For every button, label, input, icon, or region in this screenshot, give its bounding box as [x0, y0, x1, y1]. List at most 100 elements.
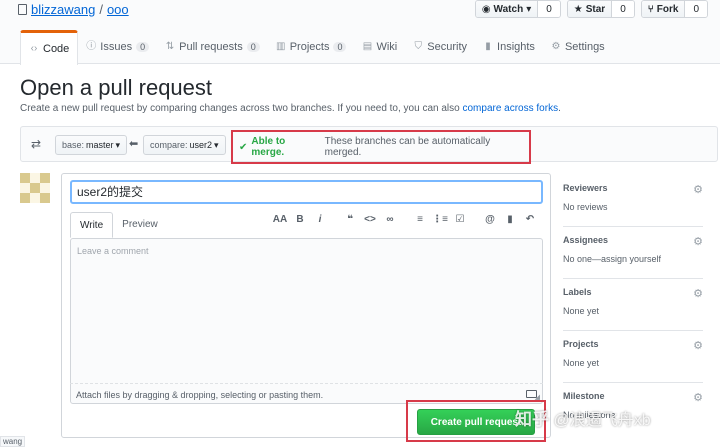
base-branch-label: base: — [62, 140, 85, 150]
project-icon: ▥ — [275, 41, 286, 52]
page-title: Open a pull request — [20, 75, 213, 100]
gear-icon[interactable]: ⚙ — [693, 183, 703, 196]
tab-projects-count: 0 — [333, 42, 347, 52]
shield-icon: ⛉ — [414, 41, 423, 52]
fork-count[interactable]: 0 — [685, 1, 707, 17]
compare-branch-value: user2 — [189, 140, 213, 150]
gear-icon[interactable]: ⚙ — [693, 287, 703, 300]
repo-name-link[interactable]: ooo — [107, 2, 129, 17]
base-branch-value: master — [86, 140, 114, 150]
avatar — [20, 173, 50, 203]
compare-branch-label: compare: — [150, 140, 188, 150]
sidebar-labels[interactable]: Labels None yet ⚙ — [563, 279, 703, 331]
check-icon: ✔ — [239, 141, 248, 153]
compare-across-forks-link[interactable]: compare across forks — [462, 103, 558, 114]
tab-write[interactable]: Write — [70, 212, 114, 238]
star-label: Star — [585, 3, 606, 15]
assignees-title: Assignees — [563, 235, 609, 245]
tab-pull-requests-label: Pull requests — [179, 41, 243, 53]
italic-icon[interactable]: i — [312, 214, 328, 225]
repo-owner-link[interactable]: blizzawang — [31, 2, 95, 17]
compare-branch-select[interactable]: compare: user2 ▾ — [143, 135, 226, 155]
watch-count[interactable]: 0 — [538, 1, 560, 17]
unordered-list-icon[interactable]: ≡ — [412, 214, 428, 225]
tab-issues-count: 0 — [136, 42, 150, 52]
repo-header: blizzawang / ooo ◉ Watch ▾ 0 ★ Star 0 ⑂ … — [0, 0, 720, 65]
eye-icon: ◉ — [481, 3, 491, 15]
comment-textarea[interactable]: Leave a comment ◢ — [70, 238, 543, 404]
pull-request-icon: ⇅ — [165, 41, 175, 52]
watermark: 知乎 @浪遏飞舟xb — [515, 405, 651, 430]
projects-value: None yet — [563, 358, 600, 368]
fork-label: Fork — [656, 3, 679, 15]
sidebar-projects[interactable]: Projects None yet ⚙ — [563, 331, 703, 383]
bold-icon[interactable]: B — [292, 214, 308, 225]
tab-code[interactable]: ‹› Code — [20, 30, 79, 65]
star-action: ★ Star 0 — [566, 0, 635, 18]
tab-security[interactable]: ⛉ Security — [405, 30, 475, 64]
star-icon: ★ — [573, 3, 583, 15]
attach-files-text: Attach files by dragging & dropping, sel… — [76, 390, 324, 400]
fork-button[interactable]: ⑂ Fork — [641, 1, 686, 17]
reply-icon[interactable]: ↶ — [522, 214, 538, 225]
labels-value: None yet — [563, 306, 600, 316]
star-button[interactable]: ★ Star — [567, 1, 613, 17]
tab-wiki-label: Wiki — [376, 41, 398, 53]
left-edge-tag: wang — [0, 436, 26, 447]
assignees-value: No one—assign yourself — [563, 254, 662, 264]
tab-settings[interactable]: ⚙ Settings — [543, 30, 613, 64]
page-description: Create a new pull request by comparing c… — [20, 103, 561, 114]
gear-icon[interactable]: ⚙ — [693, 235, 703, 248]
pull-request-form: user2的提交 Write Preview AA B i ❝ <> ∞ ≡ ⋮… — [61, 173, 551, 438]
pr-title-input[interactable]: user2的提交 — [70, 180, 543, 204]
tab-code-label: Code — [43, 43, 70, 55]
gear-icon: ⚙ — [551, 41, 561, 52]
star-count[interactable]: 0 — [612, 1, 634, 17]
repo-title: blizzawang / ooo — [18, 2, 129, 17]
watch-button[interactable]: ◉ Watch ▾ — [475, 1, 539, 17]
tab-issues-label: Issues — [100, 41, 133, 53]
code-icon[interactable]: <> — [362, 214, 378, 225]
base-branch-select[interactable]: base: master ▾ — [55, 135, 128, 155]
sidebar-reviewers[interactable]: Reviewers No reviews ⚙ — [563, 175, 703, 227]
labels-title: Labels — [563, 287, 592, 297]
page-description-text: Create a new pull request by comparing c… — [20, 103, 463, 114]
chevron-down-icon: ▾ — [214, 139, 219, 150]
page-description-end: . — [558, 103, 561, 114]
graph-icon: ▮ — [485, 41, 491, 52]
tab-pull-requests[interactable]: ⇅ Pull requests 0 — [157, 30, 268, 64]
issue-icon: ⓘ — [86, 41, 97, 52]
compare-bar: ⇄ base: master ▾ ⬅ compare: user2 ▾ ✔ Ab… — [20, 126, 718, 164]
fork-icon: ⑂ — [647, 3, 654, 15]
pr-sidebar: Reviewers No reviews ⚙ Assignees No one—… — [563, 175, 703, 435]
tab-projects[interactable]: ▥ Projects 0 — [268, 30, 355, 64]
projects-title: Projects — [563, 339, 599, 349]
tab-security-label: Security — [427, 41, 468, 53]
tab-issues[interactable]: ⓘ Issues 0 — [78, 30, 157, 64]
book-icon: ▤ — [362, 41, 373, 52]
sidebar-assignees[interactable]: Assignees No one—assign yourself ⚙ — [563, 227, 703, 279]
quote-icon[interactable]: ❝ — [342, 214, 358, 225]
bookmark-icon[interactable]: ▮ — [502, 214, 518, 225]
merge-status: ✔ Able to merge. These branches can be a… — [231, 130, 531, 164]
chevron-down-icon: ▾ — [115, 139, 121, 150]
tab-projects-label: Projects — [289, 41, 330, 53]
repo-icon — [18, 4, 27, 15]
link-icon[interactable]: ∞ — [382, 214, 398, 225]
comment-placeholder: Leave a comment — [77, 246, 149, 256]
merge-status-message: These branches can be automatically merg… — [324, 136, 491, 158]
repo-separator: / — [99, 2, 103, 17]
gear-icon[interactable]: ⚙ — [693, 391, 703, 404]
tab-preview[interactable]: Preview — [113, 212, 167, 238]
task-list-icon[interactable]: ☑ — [452, 214, 468, 225]
markdown-toolbar: AA B i ❝ <> ∞ ≡ ⋮≡ ☑ @ ▮ ↶ — [272, 214, 538, 225]
header-icon[interactable]: AA — [272, 214, 288, 225]
watermark-brand: 知乎 — [515, 410, 549, 429]
merge-status-label: Able to merge. — [251, 136, 286, 158]
gear-icon[interactable]: ⚙ — [693, 339, 703, 352]
ordered-list-icon[interactable]: ⋮≡ — [432, 214, 448, 225]
mention-icon[interactable]: @ — [482, 214, 498, 225]
tab-wiki[interactable]: ▤ Wiki — [354, 30, 405, 64]
reviewers-value: No reviews — [563, 202, 608, 212]
tab-insights[interactable]: ▮ Insights — [475, 30, 543, 64]
